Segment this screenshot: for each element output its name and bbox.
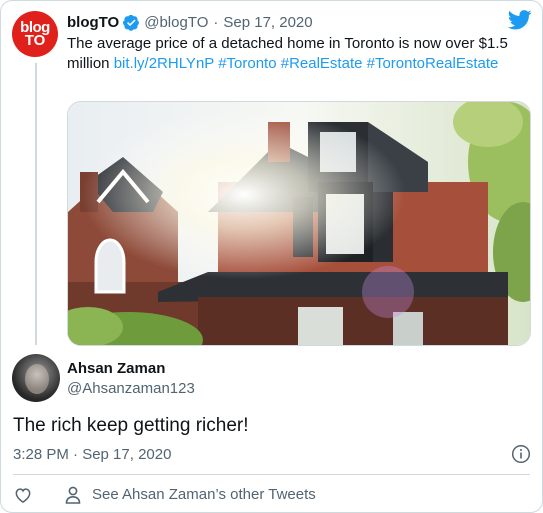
tweet-media-image[interactable] xyxy=(67,101,531,346)
blogto-avatar[interactable]: blog TO xyxy=(12,11,58,57)
reply-tweet-text: The rich keep getting richer! xyxy=(13,415,249,436)
reply-display-name[interactable]: Ahsan Zaman xyxy=(67,359,195,379)
display-name[interactable]: blogTO xyxy=(67,14,119,31)
see-other-tweets-link[interactable]: See Ahsan Zaman’s other Tweets xyxy=(92,485,316,505)
person-icon xyxy=(65,486,81,504)
avatar-face xyxy=(25,364,49,394)
separator-dot: · xyxy=(213,13,219,31)
reply-handle[interactable]: @Ahsanzaman123 xyxy=(67,380,195,397)
footer-divider xyxy=(13,474,530,475)
hashtag-toronto[interactable]: #Toronto xyxy=(218,55,276,72)
ahsan-avatar[interactable] xyxy=(12,354,60,402)
heart-icon[interactable] xyxy=(13,485,33,505)
embedded-tweet-card: blog TO blogTO @blogTO · Sep 17, 2020 Th… xyxy=(0,0,543,513)
original-tweet-text: The average price of a detached home in … xyxy=(67,34,527,74)
avatar-text-line2: TO xyxy=(24,32,46,49)
twitter-bird-icon[interactable] xyxy=(508,10,532,30)
hashtag-torontorealestate[interactable]: #TorontoRealEstate xyxy=(367,55,499,72)
reply-author: Ahsan Zaman @Ahsanzaman123 xyxy=(67,359,195,399)
original-tweet-header: blogTO @blogTO · Sep 17, 2020 xyxy=(67,11,313,33)
tweet-link[interactable]: bit.ly/2RHLYnP xyxy=(114,55,214,72)
info-icon[interactable] xyxy=(511,444,531,464)
thread-connector-line xyxy=(35,63,37,345)
house-photo xyxy=(68,102,530,345)
handle[interactable]: @blogTO xyxy=(144,14,208,31)
reply-timestamp[interactable]: 3:28 PM · Sep 17, 2020 xyxy=(13,445,171,465)
verified-badge-icon xyxy=(123,14,140,31)
tweet-date[interactable]: Sep 17, 2020 xyxy=(223,14,312,31)
hashtag-realestate[interactable]: #RealEstate xyxy=(281,55,363,72)
